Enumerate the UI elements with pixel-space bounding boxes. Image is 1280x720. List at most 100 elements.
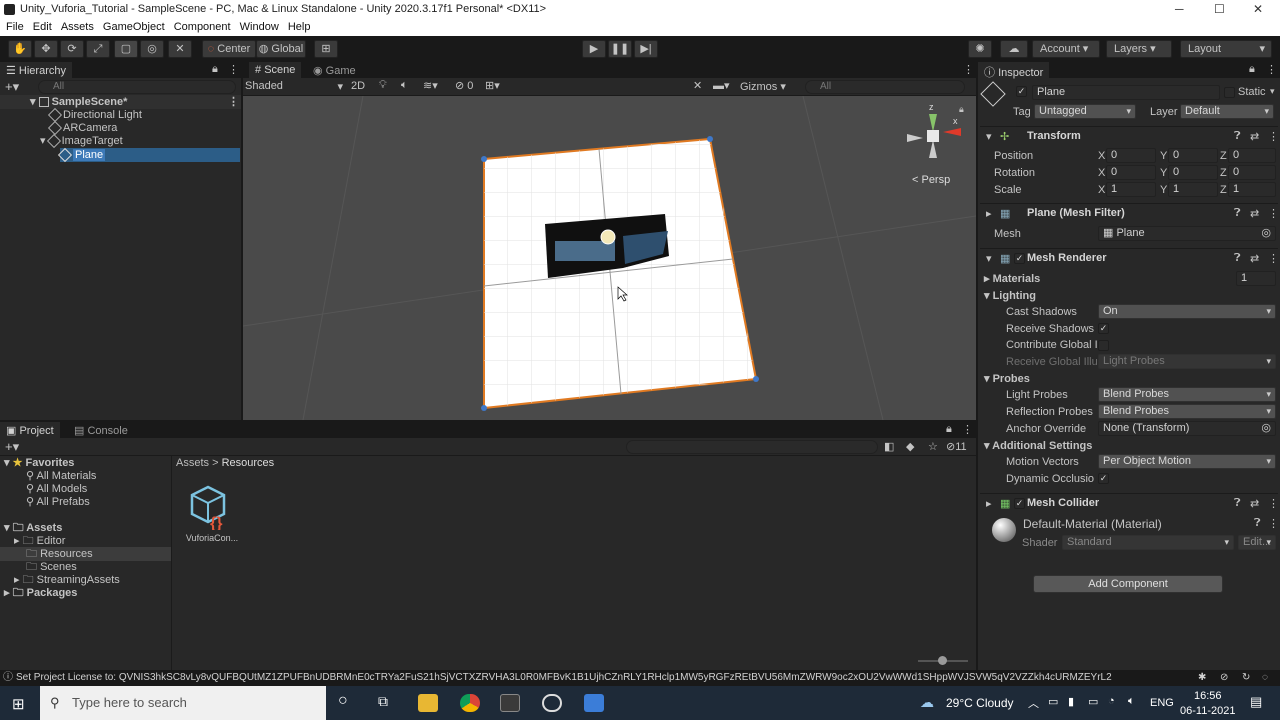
materials-foldout[interactable]: ▸ Materials	[984, 272, 1040, 285]
layer-dropdown[interactable]: Default	[1180, 104, 1274, 119]
weather-text[interactable]: 29°C Cloudy	[946, 696, 1014, 710]
kebab-menu-icon[interactable]: ⋮	[1268, 130, 1279, 143]
pivot-global-button[interactable]: ◍ Global	[256, 40, 306, 58]
status-message[interactable]: Set Project License to: QVNIS3hkSC8vLy8v…	[16, 670, 1166, 686]
search-by-type-icon[interactable]: ◧	[884, 440, 894, 453]
preset-icon[interactable]: ⇄	[1250, 207, 1259, 220]
hierarchy-item-plane[interactable]: Plane	[57, 148, 240, 163]
anchor-override-field[interactable]: None (Transform) ◎	[1098, 421, 1276, 436]
pause-button[interactable]: ❚❚	[608, 40, 632, 58]
project-search-input[interactable]	[626, 440, 878, 454]
active-checkbox[interactable]: ✓	[1016, 86, 1027, 97]
menu-file[interactable]: File	[0, 20, 24, 33]
hierarchy-item-imagetarget[interactable]: ▾ ImageTarget	[40, 134, 123, 149]
lighting-toggle-icon[interactable]: 💡︎	[379, 79, 387, 92]
shading-mode-dropdown[interactable]: Shaded ▾	[245, 80, 343, 93]
probes-foldout[interactable]: ▾ Probes	[984, 372, 1030, 385]
rect-tool-icon[interactable]: ▢	[114, 40, 138, 58]
folder-streamingassets[interactable]: ▸ 🗀︎ StreamingAssets	[14, 573, 120, 587]
scene-canvas[interactable]: z x	[243, 96, 976, 420]
taskbar-search-input[interactable]: ⚲ Type here to search	[40, 686, 326, 720]
tab-scene[interactable]: # Scene	[249, 62, 302, 78]
menu-assets[interactable]: Assets	[55, 20, 94, 33]
contribute-gi-checkbox[interactable]	[1098, 340, 1109, 351]
camera-icon[interactable]: ▬▾	[713, 79, 730, 92]
collab-icon[interactable]: ✺	[968, 40, 992, 58]
chrome-icon[interactable]	[460, 694, 480, 712]
kebab-menu-icon[interactable]: ⋮	[1266, 63, 1277, 76]
preset-icon[interactable]: ⇄	[1250, 252, 1259, 265]
mesh-collider-enabled-checkbox[interactable]: ✓	[1014, 498, 1025, 509]
mesh-field[interactable]: ▦ Plane ◎	[1098, 226, 1276, 241]
scene-menu-icon[interactable]: ⋮	[228, 95, 239, 109]
packages-folder[interactable]: ▸ 🗀︎ Packages	[4, 586, 77, 600]
kebab-menu-icon[interactable]: ⋮	[963, 63, 974, 76]
menu-gameobject[interactable]: GameObject	[97, 20, 165, 33]
create-icon[interactable]: +▾	[5, 79, 19, 95]
clock-date[interactable]: 06-11-2021	[1180, 705, 1235, 717]
notifications-icon[interactable]: ▤	[1250, 694, 1262, 710]
help-icon[interactable]: ❓︎	[1234, 207, 1241, 220]
preset-icon[interactable]: ⇄	[1250, 130, 1259, 143]
menu-edit[interactable]: Edit	[27, 20, 52, 33]
static-checkbox[interactable]	[1224, 87, 1235, 98]
auto-refresh-icon[interactable]: ↻	[1242, 670, 1250, 686]
grid-snap-icon[interactable]: ⊞	[314, 40, 338, 58]
help-icon[interactable]: ❓︎	[1234, 252, 1241, 265]
lock-icon[interactable]: 🔒︎	[959, 104, 964, 115]
object-name-field[interactable]: Plane	[1032, 85, 1220, 100]
scale-z-field[interactable]: 1	[1228, 182, 1276, 197]
audio-toggle-icon[interactable]: 🔈︎	[401, 79, 408, 92]
mesh-collider-header[interactable]: ▸ ▦ ✓ Mesh Collider ❓︎ ⇄ ⋮	[980, 493, 1279, 513]
layout-dropdown[interactable]: Layout ▾	[1180, 40, 1272, 58]
help-icon[interactable]: ❓︎	[1234, 497, 1241, 510]
mesh-renderer-enabled-checkbox[interactable]: ✓	[1014, 253, 1025, 264]
scale-x-field[interactable]: 1	[1106, 182, 1156, 197]
mic-icon[interactable]: ▮	[1068, 695, 1074, 708]
volume-icon[interactable]: 🔈︎	[1128, 695, 1135, 708]
hidden-packages-icon[interactable]: ⊘11	[946, 440, 967, 453]
dynamic-occlusion-checkbox[interactable]: ✓	[1098, 473, 1109, 484]
file-explorer-icon[interactable]	[418, 694, 438, 712]
search-by-label-icon[interactable]: ◆	[906, 440, 914, 453]
hierarchy-item-arcamera[interactable]: ARCamera	[47, 121, 117, 136]
hierarchy-item-samplescene[interactable]: ▾ SampleScene* ⋮	[0, 95, 241, 109]
clock-time[interactable]: 16:56	[1194, 690, 1222, 702]
help-icon[interactable]: ❓︎	[1254, 517, 1261, 530]
hierarchy-search-input[interactable]: All	[38, 80, 236, 94]
kebab-menu-icon[interactable]: ⋮	[1268, 207, 1279, 220]
favorite-all-prefabs[interactable]: ⚲ All Prefabs	[26, 495, 90, 509]
shader-dropdown[interactable]: Standard	[1062, 535, 1234, 550]
pivot-center-button[interactable]: ◌ Center	[202, 40, 256, 58]
asset-vuforia-config[interactable]: {} VuforiaCon...	[182, 484, 242, 548]
persp-label[interactable]: < Persp	[912, 174, 950, 186]
close-icon[interactable]: ✕	[1253, 2, 1263, 16]
transform-header[interactable]: ▾ ✢ Transform ❓︎ ⇄ ⋮	[980, 126, 1279, 146]
scale-y-field[interactable]: 1	[1168, 182, 1218, 197]
cortana-icon[interactable]: ○	[338, 692, 348, 710]
layers-dropdown[interactable]: Layers ▾	[1106, 40, 1172, 58]
network-icon[interactable]: ◔	[1108, 695, 1115, 707]
tab-inspector[interactable]: ⓘ Inspector	[978, 62, 1050, 79]
motion-vectors-dropdown[interactable]: Per Object Motion	[1098, 454, 1276, 469]
hierarchy-item-directional-light[interactable]: Directional Light	[47, 108, 142, 123]
lighting-foldout[interactable]: ▾ Lighting	[984, 289, 1036, 302]
mesh-filter-header[interactable]: ▸ ▦ Plane (Mesh Filter) ❓︎ ⇄ ⋮	[980, 203, 1279, 223]
unity-hub-icon[interactable]	[500, 694, 520, 712]
rotation-x-field[interactable]: 0	[1106, 165, 1156, 180]
preset-icon[interactable]: ⇄	[1250, 497, 1259, 510]
menu-component[interactable]: Component	[168, 20, 231, 33]
battery-icon[interactable]: ▭	[1088, 695, 1098, 708]
tag-dropdown[interactable]: Untagged	[1034, 104, 1136, 119]
debug-icon[interactable]: ✱	[1198, 670, 1206, 686]
tab-project[interactable]: ▣ Project	[0, 422, 60, 438]
lock-icon[interactable]: 🔒︎	[1249, 63, 1255, 76]
step-button[interactable]: ▶|	[634, 40, 658, 58]
shader-edit-button[interactable]: Edit...	[1238, 535, 1276, 550]
mesh-renderer-header[interactable]: ▾ ▦ ✓ Mesh Renderer ❓︎ ⇄ ⋮	[980, 248, 1279, 268]
tab-game[interactable]: ◉ Game	[307, 62, 362, 78]
scene-viewport[interactable]: z x < Persp 🔒︎	[243, 96, 976, 420]
breadcrumb-resources[interactable]: Resources	[222, 457, 275, 469]
gpu-icon[interactable]: ◌	[1262, 670, 1268, 686]
move-tool-icon[interactable]: ✥	[34, 40, 58, 58]
